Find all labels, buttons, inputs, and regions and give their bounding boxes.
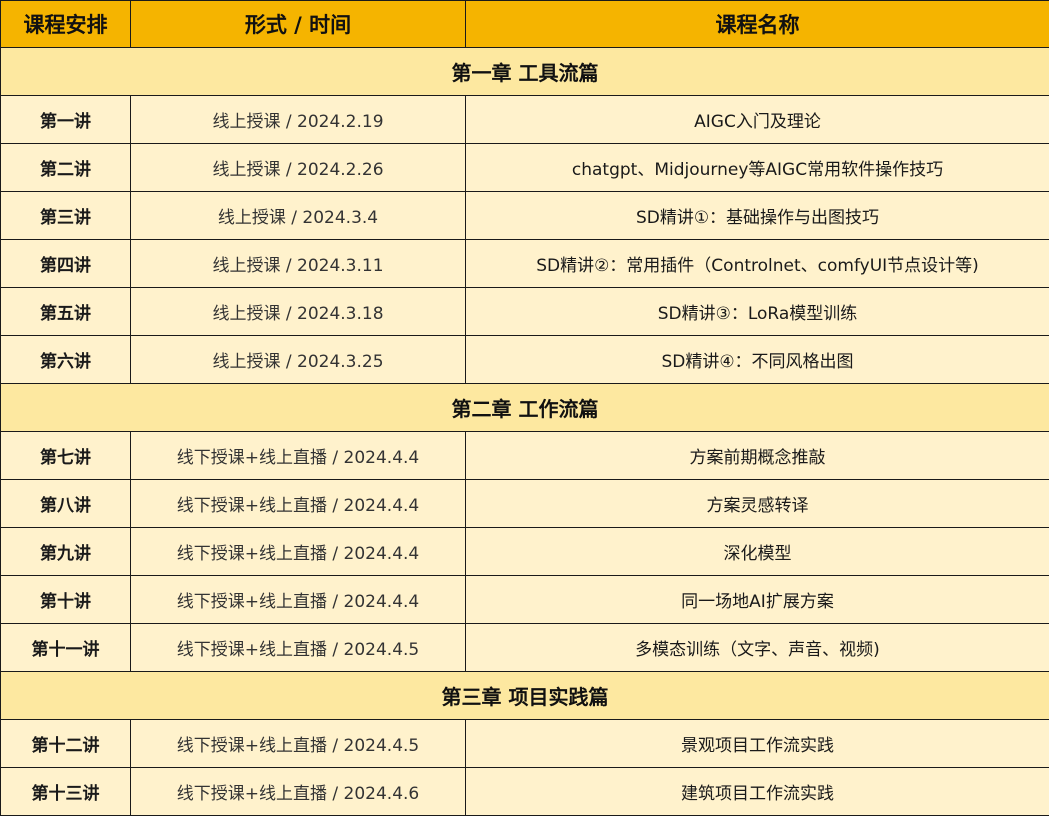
table-row: 第十三讲 线下授课+线上直播 / 2024.4.6 建筑项目工作流实践 (0, 767, 1049, 816)
format-cell: 线上授课 / 2024.2.26 (130, 143, 466, 192)
table-row: 第十二讲 线下授课+线上直播 / 2024.4.5 景观项目工作流实践 (0, 719, 1049, 768)
format-cell: 线下授课+线上直播 / 2024.4.4 (130, 431, 466, 480)
course-name-cell: 景观项目工作流实践 (465, 719, 1049, 768)
header-schedule: 课程安排 (0, 0, 131, 48)
table-row: 第六讲 线上授课 / 2024.3.25 SD精讲④：不同风格出图 (0, 335, 1049, 384)
format-cell: 线下授课+线上直播 / 2024.4.4 (130, 527, 466, 576)
format-cell: 线上授课 / 2024.3.4 (130, 191, 466, 240)
table-row: 第二讲 线上授课 / 2024.2.26 chatgpt、Midjourney等… (0, 143, 1049, 192)
lesson-cell: 第十二讲 (0, 719, 131, 768)
chapter-row: 第二章 工作流篇 (0, 383, 1049, 432)
chapter-title: 第三章 项目实践篇 (0, 671, 1049, 720)
table-row: 第四讲 线上授课 / 2024.3.11 SD精讲②：常用插件（Controln… (0, 239, 1049, 288)
lesson-cell: 第二讲 (0, 143, 131, 192)
course-name-cell: chatgpt、Midjourney等AIGC常用软件操作技巧 (465, 143, 1049, 192)
lesson-cell: 第十讲 (0, 575, 131, 624)
table-row: 第八讲 线下授课+线上直播 / 2024.4.4 方案灵感转译 (0, 479, 1049, 528)
lesson-cell: 第七讲 (0, 431, 131, 480)
chapter-row: 第一章 工具流篇 (0, 47, 1049, 96)
format-cell: 线下授课+线上直播 / 2024.4.5 (130, 719, 466, 768)
format-cell: 线上授课 / 2024.3.25 (130, 335, 466, 384)
chapter-row: 第三章 项目实践篇 (0, 671, 1049, 720)
table-row: 第五讲 线上授课 / 2024.3.18 SD精讲③：LoRa模型训练 (0, 287, 1049, 336)
format-cell: 线下授课+线上直播 / 2024.4.5 (130, 623, 466, 672)
course-name-cell: 方案灵感转译 (465, 479, 1049, 528)
table-row: 第十一讲 线下授课+线上直播 / 2024.4.5 多模态训练（文字、声音、视频… (0, 623, 1049, 672)
course-name-cell: SD精讲②：常用插件（Controlnet、comfyUI节点设计等) (465, 239, 1049, 288)
course-name-cell: SD精讲④：不同风格出图 (465, 335, 1049, 384)
course-name-cell: 同一场地AI扩展方案 (465, 575, 1049, 624)
lesson-cell: 第六讲 (0, 335, 131, 384)
table-row: 第三讲 线上授课 / 2024.3.4 SD精讲①：基础操作与出图技巧 (0, 191, 1049, 240)
table-row: 第九讲 线下授课+线上直播 / 2024.4.4 深化模型 (0, 527, 1049, 576)
chapter-title: 第二章 工作流篇 (0, 383, 1049, 432)
lesson-cell: 第十一讲 (0, 623, 131, 672)
lesson-cell: 第八讲 (0, 479, 131, 528)
table-row: 第七讲 线下授课+线上直播 / 2024.4.4 方案前期概念推敲 (0, 431, 1049, 480)
format-cell: 线上授课 / 2024.3.11 (130, 239, 466, 288)
lesson-cell: 第四讲 (0, 239, 131, 288)
course-name-cell: 多模态训练（文字、声音、视频) (465, 623, 1049, 672)
course-name-cell: SD精讲③：LoRa模型训练 (465, 287, 1049, 336)
course-name-cell: 深化模型 (465, 527, 1049, 576)
format-cell: 线上授课 / 2024.2.19 (130, 95, 466, 144)
course-name-cell: 方案前期概念推敲 (465, 431, 1049, 480)
chapter-title: 第一章 工具流篇 (0, 47, 1049, 96)
table-row: 第十讲 线下授课+线上直播 / 2024.4.4 同一场地AI扩展方案 (0, 575, 1049, 624)
table-row: 第一讲 线上授课 / 2024.2.19 AIGC入门及理论 (0, 95, 1049, 144)
lesson-cell: 第五讲 (0, 287, 131, 336)
header-course-name: 课程名称 (465, 0, 1049, 48)
format-cell: 线下授课+线上直播 / 2024.4.6 (130, 767, 466, 816)
format-cell: 线上授课 / 2024.3.18 (130, 287, 466, 336)
course-schedule-table: 课程安排 形式 / 时间 课程名称 第一章 工具流篇 第一讲 线上授课 / 20… (0, 0, 1049, 816)
header-format-time: 形式 / 时间 (130, 0, 466, 48)
course-name-cell: SD精讲①：基础操作与出图技巧 (465, 191, 1049, 240)
lesson-cell: 第十三讲 (0, 767, 131, 816)
format-cell: 线下授课+线上直播 / 2024.4.4 (130, 575, 466, 624)
header-row: 课程安排 形式 / 时间 课程名称 (0, 0, 1049, 48)
format-cell: 线下授课+线上直播 / 2024.4.4 (130, 479, 466, 528)
lesson-cell: 第三讲 (0, 191, 131, 240)
course-name-cell: AIGC入门及理论 (465, 95, 1049, 144)
lesson-cell: 第一讲 (0, 95, 131, 144)
course-name-cell: 建筑项目工作流实践 (465, 767, 1049, 816)
lesson-cell: 第九讲 (0, 527, 131, 576)
